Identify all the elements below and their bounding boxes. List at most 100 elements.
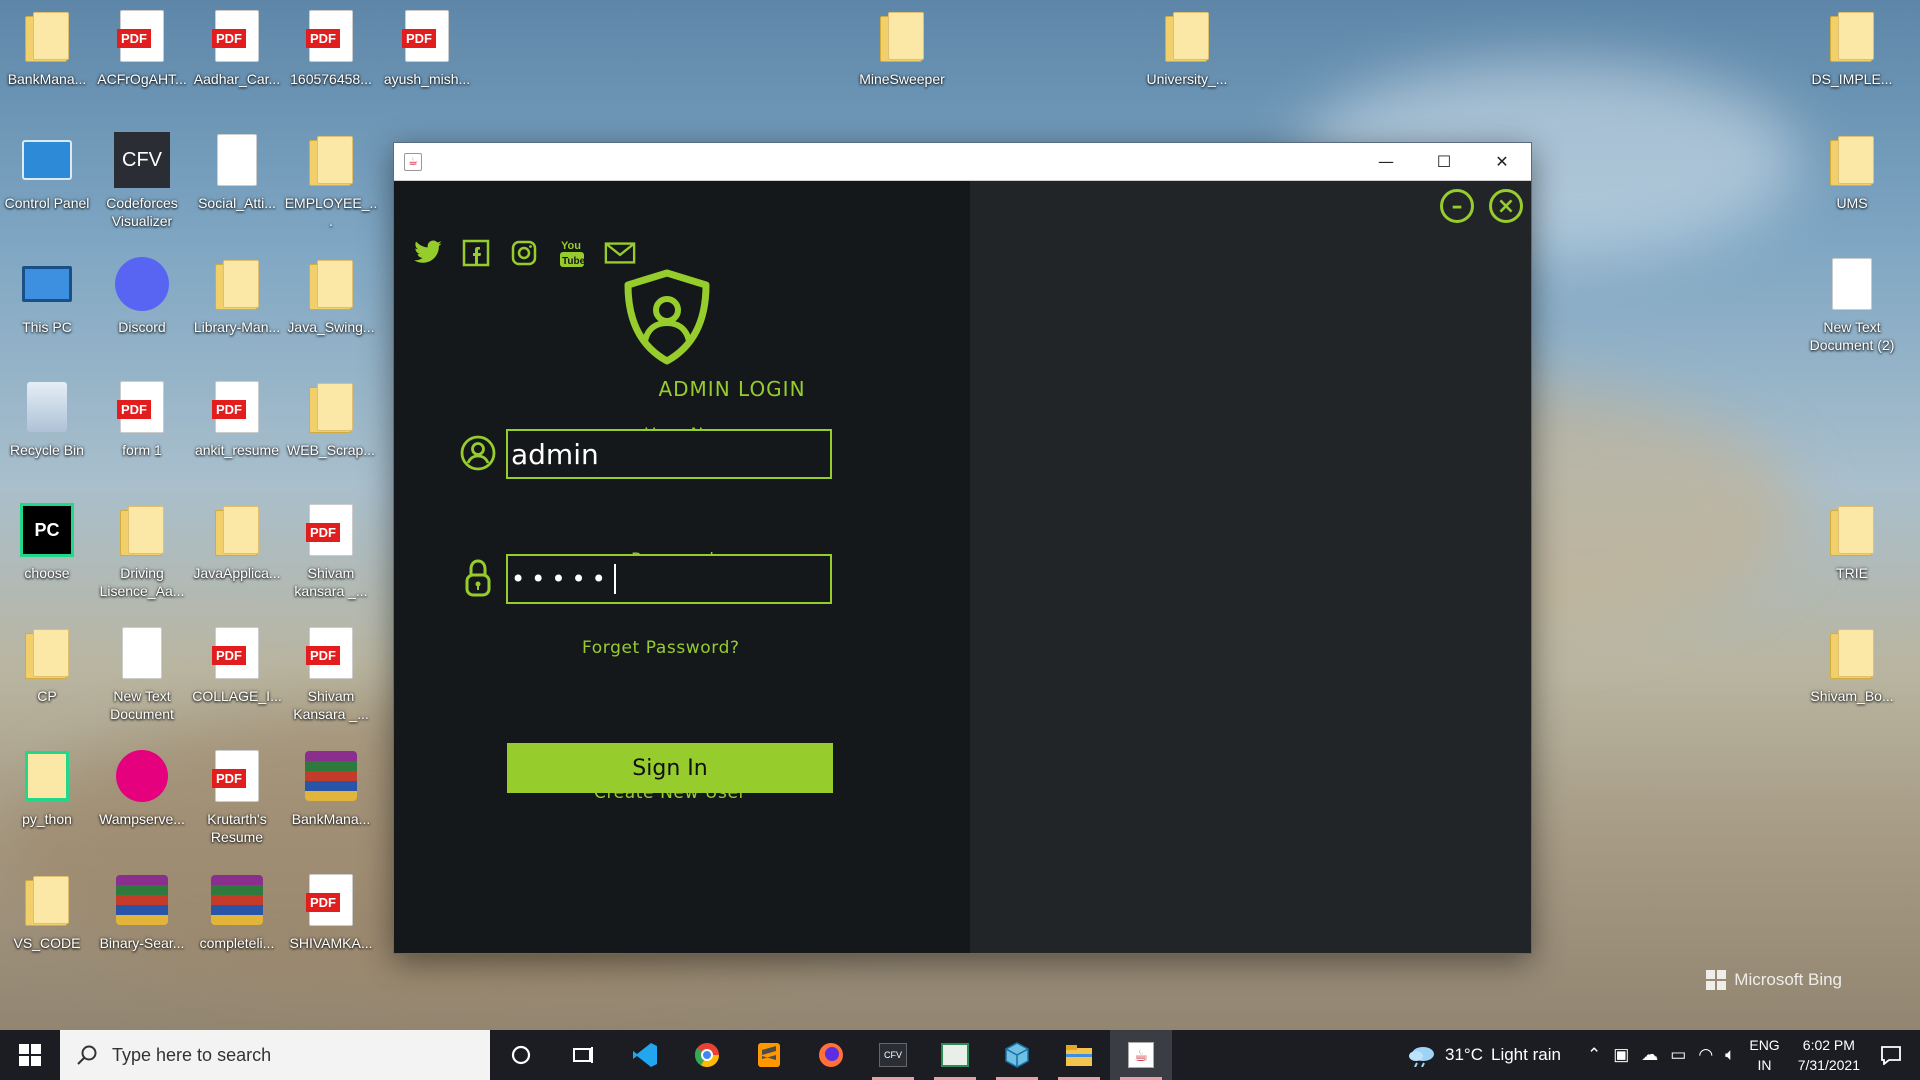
desktop-icon-discord[interactable]: Discord — [95, 256, 189, 336]
shield-user-icon — [622, 269, 712, 369]
desktop-icon-wamp[interactable]: Wampserve... — [95, 748, 189, 828]
desktop-icon-this-pc[interactable]: This PC — [0, 256, 94, 336]
file-explorer-app[interactable] — [1048, 1030, 1110, 1080]
sublime-app[interactable] — [738, 1030, 800, 1080]
desktop-icon-collage-pdf[interactable]: PDF COLLAGE_I... — [190, 625, 284, 705]
desktop-icon-javaapp-folder[interactable]: JavaApplica... — [190, 502, 284, 582]
desktop-icon-vscode-folder[interactable]: VS_CODE — [0, 872, 94, 952]
cfv-icon: CFV — [114, 132, 170, 188]
username-field[interactable]: admin — [506, 429, 832, 479]
chevron-up-icon[interactable]: ⌃ — [1581, 1045, 1607, 1065]
system-tray: 31°C Light rain ⌃ ▣ ☁ ▭ ◠ 🔈︎ ENG IN 6:02… — [1401, 1030, 1920, 1080]
cfv-app[interactable]: CFV — [862, 1030, 924, 1080]
desktop-icon-university[interactable]: University_... — [1140, 8, 1234, 88]
desktop-icon-library-folder[interactable]: Library-Man... — [190, 256, 284, 336]
firefox-app[interactable] — [800, 1030, 862, 1080]
desktop-icon-control-panel[interactable]: Control Panel — [0, 132, 94, 212]
twitter-icon[interactable] — [412, 237, 444, 269]
desktop-icon-minesweeper[interactable]: MineSweeper — [855, 8, 949, 88]
desktop-icon-newtext2-doc[interactable]: New Text Document (2) — [1805, 256, 1899, 354]
wamp-icon — [116, 750, 168, 802]
search-placeholder: Type here to search — [112, 1044, 272, 1065]
desktop-icon-social-doc[interactable]: Social_Atti... — [190, 132, 284, 212]
desktop-icon-javaswing-folder[interactable]: Java_Swing... — [284, 256, 378, 336]
instagram-icon[interactable] — [508, 237, 540, 269]
task-view-button[interactable] — [552, 1030, 614, 1080]
text-cursor — [613, 564, 616, 594]
right-panel: – × — [970, 181, 1531, 953]
onedrive-icon[interactable]: ☁ — [1635, 1045, 1664, 1065]
java-app[interactable]: ☕ — [1110, 1030, 1172, 1080]
pdf-icon: PDF — [117, 381, 164, 433]
close-button[interactable]: ✕ — [1473, 143, 1531, 180]
desktop-icon-ums[interactable]: UMS — [1805, 132, 1899, 212]
desktop-icon-aadhar-pdf[interactable]: PDF Aadhar_Car... — [190, 8, 284, 88]
password-value: ••••• — [511, 565, 612, 593]
create-new-user-link[interactable]: Create New User — [594, 783, 746, 803]
window-titlebar[interactable]: ☕ — ☐ ✕ — [394, 143, 1531, 181]
minimize-button[interactable]: — — [1357, 143, 1415, 180]
meet-now-icon[interactable]: ▣ — [1607, 1045, 1635, 1065]
weather-widget[interactable]: 31°C Light rain — [1401, 1043, 1567, 1067]
taskbar-search[interactable]: Type here to search — [60, 1030, 490, 1080]
volume-icon[interactable]: 🔈︎ — [1719, 1045, 1741, 1065]
clock[interactable]: 6:02 PM 7/31/2021 — [1788, 1035, 1870, 1075]
cube-app[interactable] — [986, 1030, 1048, 1080]
desktop-icon-trie[interactable]: TRIE — [1805, 502, 1899, 582]
facebook-icon[interactable] — [460, 237, 492, 269]
desktop-icon-shivam-bo[interactable]: Shivam_Bo... — [1805, 625, 1899, 705]
desktop-icon-ds-imple[interactable]: DS_IMPLE... — [1805, 8, 1899, 88]
youtube-icon[interactable]: You Tube — [556, 237, 588, 269]
desktop-icon-complete-rar[interactable]: completeli... — [190, 872, 284, 952]
folder-icon — [880, 12, 924, 62]
desktop-icon-1605-pdf[interactable]: PDF 160576458... — [284, 8, 378, 88]
desktop-icon-binary-rar[interactable]: Binary-Sear... — [95, 872, 189, 952]
minimize-circle-icon[interactable]: – — [1440, 189, 1474, 223]
pdf-icon: PDF — [402, 10, 449, 62]
cortana-button[interactable] — [490, 1030, 552, 1080]
mail-icon[interactable] — [604, 237, 636, 269]
desktop-icon-driving-folder[interactable]: Driving Lisence_Aa... — [95, 502, 189, 600]
desktop-icon-krutarth-pdf[interactable]: PDF Krutarth's Resume — [190, 748, 284, 846]
desktop-icon-newtext-doc[interactable]: New Text Document — [95, 625, 189, 723]
folder-icon — [309, 136, 353, 186]
desktop-icon-bankmana-rar[interactable]: BankMana... — [284, 748, 378, 828]
language-indicator[interactable]: ENG IN — [1741, 1035, 1787, 1075]
notifications-icon[interactable] — [1870, 1045, 1920, 1065]
folder-icon — [309, 260, 353, 310]
editor-app[interactable] — [924, 1030, 986, 1080]
desktop-icon-ankit-pdf[interactable]: PDF ankit_resume — [190, 379, 284, 459]
desktop-icon-employee-folder[interactable]: EMPLOYEE_... — [284, 132, 378, 230]
vscode-app[interactable] — [614, 1030, 676, 1080]
desktop-icon-shivamk-pdf[interactable]: PDF Shivam Kansara _... — [284, 625, 378, 723]
maximize-button[interactable]: ☐ — [1415, 143, 1473, 180]
desktop-icon-acfr-pdf[interactable]: PDF ACFrOgAHT... — [95, 8, 189, 88]
wifi-icon[interactable]: ◠ — [1692, 1045, 1719, 1065]
battery-icon[interactable]: ▭ — [1664, 1045, 1692, 1065]
forget-password-link[interactable]: Forget Password? — [582, 638, 740, 658]
desktop-icon-shivam-pdf[interactable]: PDF Shivam kansara _... — [284, 502, 378, 600]
document-icon — [1832, 258, 1872, 310]
desktop-icon-bankmana-folder[interactable]: BankMana... — [0, 8, 94, 88]
admin-login-window: ☕ — ☐ ✕ You Tube ADMIN LOGIN admin •••••… — [393, 142, 1532, 954]
desktop-icon-shivamka-pdf[interactable]: PDF SHIVAMKA... — [284, 872, 378, 952]
desktop-icon-form1-pdf[interactable]: PDF form 1 — [95, 379, 189, 459]
desktop-icon-choose[interactable]: PC choose — [0, 502, 94, 582]
password-field[interactable]: ••••• — [506, 554, 832, 604]
desktop-icon-cfv[interactable]: CFV Codeforces Visualizer — [95, 132, 189, 230]
desktop-icon-python[interactable]: py_thon — [0, 748, 94, 828]
desktop-icon-webscrap-folder[interactable]: WEB_Scrap... — [284, 379, 378, 459]
desktop-icon-ayush-pdf[interactable]: PDF ayush_mish... — [380, 8, 474, 88]
svg-text:You: You — [561, 240, 581, 252]
start-button[interactable] — [0, 1030, 60, 1080]
document-icon — [122, 627, 162, 679]
pdf-icon: PDF — [306, 874, 353, 926]
discord-icon — [115, 257, 169, 311]
desktop-icon-cp-folder[interactable]: CP — [0, 625, 94, 705]
desktop-icon-recycle-bin[interactable]: Recycle Bin — [0, 379, 94, 459]
folder-icon — [25, 12, 69, 62]
chrome-app[interactable] — [676, 1030, 738, 1080]
pdf-icon: PDF — [117, 10, 164, 62]
pdf-icon: PDF — [306, 10, 353, 62]
close-circle-icon[interactable]: × — [1489, 189, 1523, 223]
